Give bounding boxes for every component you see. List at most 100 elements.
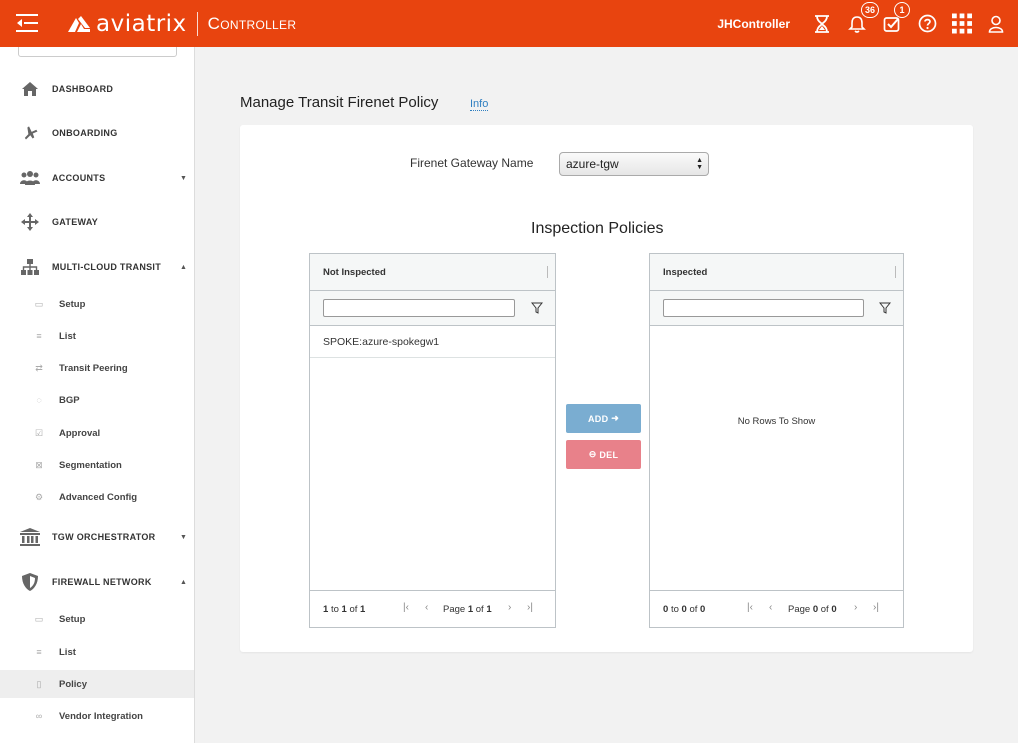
sidebar: DASHBOARD ONBOARDING ACCOUNTS ▼ GATEWAY …: [0, 47, 195, 743]
segment-icon: ⊠: [35, 459, 43, 470]
sidebar-subitem-bgp[interactable]: ◌ BGP: [0, 386, 194, 414]
sidebar-item-multi-cloud-transit[interactable]: MULTI-CLOUD TRANSIT ▲: [0, 252, 194, 282]
link-icon: ∞: [35, 711, 43, 721]
sidebar-subitem-firewall-setup[interactable]: ▭ Setup: [0, 605, 194, 633]
filter-icon[interactable]: [879, 302, 891, 314]
brand-name: aviatrix: [96, 10, 187, 37]
inspected-filter-input[interactable]: [663, 299, 864, 317]
grid-filter-row: [650, 291, 903, 326]
last-page-icon[interactable]: ›|: [873, 602, 879, 613]
next-page-icon[interactable]: ›: [508, 602, 511, 613]
shield-icon: [20, 572, 40, 592]
not-inspected-filter-input[interactable]: [323, 299, 515, 317]
inspection-policies-title: Inspection Policies: [531, 220, 664, 237]
add-button-label: ADD: [587, 413, 609, 424]
table-row[interactable]: SPOKE:azure-spokegw1: [310, 327, 555, 358]
logo-divider: [196, 11, 198, 36]
notifications-bell-icon[interactable]: 36: [847, 1, 879, 34]
exchange-icon: ⇄: [35, 362, 43, 373]
tasks-badge: 1: [894, 1, 910, 18]
globe-icon: ◌: [36, 395, 42, 405]
sidebar-item-dashboard[interactable]: DASHBOARD: [0, 74, 194, 104]
arrow-left-circle-icon: ⊖: [588, 449, 597, 459]
product-name: Controller: [207, 13, 297, 33]
laptop-icon: ▭: [34, 298, 44, 309]
grid-filter-row: [310, 291, 555, 326]
network-icon: [20, 257, 40, 277]
check-square-icon: ☑: [34, 427, 44, 438]
gear-icon: ⚙: [34, 491, 44, 502]
document-icon: ▯: [36, 678, 42, 689]
sidebar-item-gateway[interactable]: GATEWAY: [0, 207, 194, 237]
tasks-check-icon[interactable]: 1: [882, 1, 910, 34]
first-page-icon[interactable]: |‹: [747, 602, 753, 613]
page-title: Manage Transit Firenet Policy: [240, 94, 439, 111]
sidebar-subitem-policy[interactable]: ▯ Policy: [0, 670, 194, 698]
top-right-actions: JHController 36 1: [717, 0, 1018, 47]
notifications-badge: 36: [860, 1, 879, 18]
building-icon: [20, 527, 40, 547]
inspected-grid: Inspected No Rows To Show 0 to 0 of 0 |‹…: [649, 253, 904, 628]
no-rows-message: No Rows To Show: [737, 416, 816, 427]
sidebar-subitem-transit-list[interactable]: ≡ List: [0, 322, 194, 350]
info-link[interactable]: Info: [470, 98, 489, 111]
sidebar-subitem-approval[interactable]: ☑ Approval: [0, 419, 194, 447]
grid-header: Not Inspected: [310, 254, 555, 291]
controller-name: JHController: [717, 16, 790, 31]
column-header-inspected[interactable]: Inspected: [663, 267, 707, 278]
last-page-icon[interactable]: ›|: [527, 602, 533, 613]
apps-grid-icon[interactable]: [952, 13, 972, 34]
sidebar-subitem-advanced-config[interactable]: ⚙ Advanced Config: [0, 483, 194, 511]
sidebar-subitem-firewall-list[interactable]: ≡ List: [0, 638, 194, 666]
grid-header: Inspected: [650, 254, 903, 291]
users-icon: [20, 168, 40, 188]
grid-pagination: 0 to 0 of 0 |‹ ‹ Page 0 of 0 › ›|: [650, 590, 903, 627]
filter-icon[interactable]: [531, 302, 543, 314]
plane-icon: [20, 123, 40, 143]
first-page-icon[interactable]: |‹: [403, 602, 409, 613]
del-button-label: DEL: [599, 449, 619, 460]
sidebar-item-tgw-orchestrator[interactable]: TGW ORCHESTRATOR ▼: [0, 522, 194, 552]
sidebar-subitem-transit-peering[interactable]: ⇄ Transit Peering: [0, 354, 194, 382]
sidebar-subitem-segmentation[interactable]: ⊠ Segmentation: [0, 451, 194, 479]
next-page-icon[interactable]: ›: [854, 602, 857, 613]
column-resize-handle[interactable]: [895, 266, 896, 278]
list-icon: ≡: [36, 647, 42, 657]
laptop-icon: ▭: [34, 613, 44, 624]
arrow-right-circle-icon: ➜: [611, 413, 620, 423]
list-icon: ≡: [36, 331, 42, 341]
page-indicator: Page 1 of 1: [443, 604, 492, 615]
help-icon[interactable]: [917, 14, 937, 34]
column-header-not-inspected[interactable]: Not Inspected: [323, 267, 386, 278]
sidebar-item-firewall-network[interactable]: FIREWALL NETWORK ▲: [0, 567, 194, 597]
grid-pagination: 1 to 1 of 1 |‹ ‹ Page 1 of 1 › ›|: [310, 590, 555, 627]
top-bar: aviatrix Controller JHController 36 1: [0, 0, 1018, 47]
prev-page-icon[interactable]: ‹: [425, 602, 428, 613]
logo[interactable]: aviatrix Controller: [68, 11, 296, 37]
sidebar-item-onboarding[interactable]: ONBOARDING: [0, 118, 194, 148]
menu-collapse-icon[interactable]: [16, 13, 40, 34]
row-count: 1 to 1 of 1: [323, 604, 366, 615]
gateway-name-select[interactable]: azure-tgw ▲ ▼: [559, 152, 709, 176]
sidebar-item-accounts[interactable]: ACCOUNTS ▼: [0, 163, 194, 193]
gateway-select-value: azure-tgw: [566, 157, 619, 171]
sidebar-search-input[interactable]: [18, 47, 177, 57]
collapse-caret-icon: ▲: [180, 263, 187, 271]
sidebar-subitem-vendor-integration[interactable]: ∞ Vendor Integration: [0, 702, 194, 730]
gateway-name-label: Firenet Gateway Name: [410, 156, 534, 170]
prev-page-icon[interactable]: ‹: [769, 602, 772, 613]
home-icon: [20, 79, 40, 99]
aviatrix-logo-icon: [68, 15, 90, 32]
sidebar-subitem-transit-setup[interactable]: ▭ Setup: [0, 290, 194, 318]
select-arrows-icon: ▲ ▼: [696, 157, 703, 171]
not-inspected-grid: Not Inspected SPOKE:azure-spokegw1 1 to …: [309, 253, 556, 628]
row-count: 0 to 0 of 0: [663, 604, 706, 615]
hourglass-icon[interactable]: [812, 14, 832, 34]
add-button[interactable]: ADD ➜: [566, 404, 641, 433]
arrows-icon: [20, 212, 40, 232]
user-profile-icon[interactable]: [986, 14, 1006, 34]
column-resize-handle[interactable]: [547, 266, 548, 278]
del-button[interactable]: ⊖ DEL: [566, 440, 641, 469]
expand-caret-icon: ▼: [180, 533, 187, 541]
expand-caret-icon: ▼: [180, 174, 187, 182]
